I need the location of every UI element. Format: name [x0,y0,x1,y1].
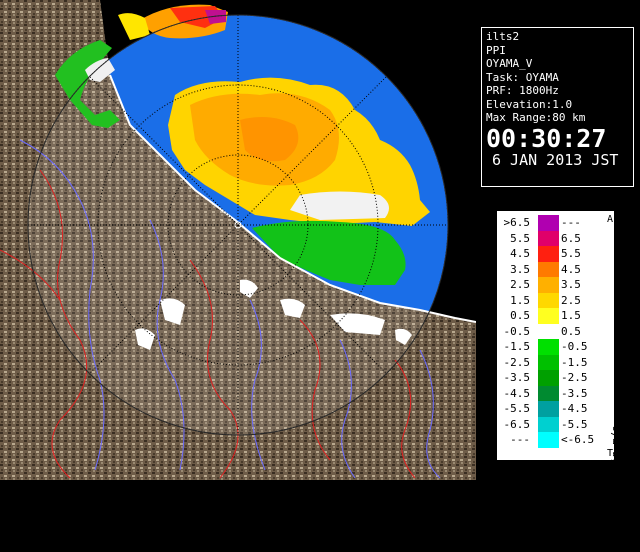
legend-row: -6.5 -5.5 [498,416,615,432]
legend-color-swatch [538,370,559,386]
scan-info-box: ilts2 PPI OYAMA_V Task: OYAMA PRF: 1800H… [481,27,634,187]
legend-upper-bound: 5.5 [561,247,581,260]
legend-color-swatch [538,277,559,293]
legend-upper-bound: 6.5 [561,231,581,245]
legend-row: 3.5 4.5 [498,261,615,277]
legend-row: -0.5 0.5 [498,323,615,339]
legend-color-swatch [538,354,559,370]
legend-lower-bound: 5.5 [510,231,530,245]
legend-upper-bound: -5.5 [561,417,588,431]
legend-row: --- <-6.5 [498,432,615,448]
legend-row: >6.5 --- [498,215,615,231]
legend-row: 1.5 2.5 [498,292,615,308]
radar-ppi-map[interactable] [0,0,476,480]
legend-row: -5.5 -4.5 [498,401,615,417]
legend-color-swatch [538,416,559,432]
legend-upper-bound: -3.5 [561,386,588,400]
legend-color-swatch [538,432,559,448]
legend-row: -3.5 -2.5 [498,370,615,386]
legend-row: -4.5 -3.5 [498,385,615,401]
legend-lower-bound: 4.5 [510,247,530,260]
legend-color-swatch [538,401,559,417]
legend-color-swatch [538,230,559,246]
info-prf: PRF: 1800Hz [486,84,559,97]
legend-color-swatch [538,246,559,262]
legend-lower-bound: -5.5 [503,402,531,415]
scan-date: 6 JAN 2013 JST [492,150,619,169]
info-scan-type: PPI [486,43,506,57]
legend-upper-bound: 2.5 [561,293,581,307]
legend-upper-bound: 1.5 [561,309,581,322]
legend-corner-top: A [607,214,614,225]
legend-lower-bound: -2.5 [503,355,531,369]
legend-upper-bound: --- [561,216,581,229]
velocity-legend: >6.5 --- 5.5 6.5 4.5 5.5 3.5 4.5 2.5 3.5 1.5 2.5 0.5… [497,211,622,552]
legend-upper-bound: <-6.5 [561,433,595,446]
sidebar-panel: ilts2 PPI OYAMA_V Task: OYAMA PRF: 1800H… [476,0,640,552]
legend-row: 5.5 6.5 [498,230,615,246]
legend-lower-bound: 2.5 [510,278,530,291]
legend-lower-bound: -6.5 [503,417,531,431]
legend-row: 0.5 1.5 [498,308,615,324]
legend-color-swatch [538,292,559,308]
legend-title: Mean Velocity in m/s [610,425,622,552]
legend-upper-bound: -1.5 [561,355,588,369]
legend-color-swatch [538,215,559,231]
info-max-range: Max Range:80 km [486,111,586,124]
legend-color-swatch [538,308,559,324]
legend-upper-bound: 3.5 [561,278,581,291]
legend-lower-bound: --- [510,433,530,446]
scan-time: 00:30:27 [486,123,607,153]
legend-color-swatch [538,339,559,355]
legend-upper-bound: 4.5 [561,262,581,276]
legend-upper-bound: 0.5 [561,324,581,338]
info-task: Task: OYAMA [486,70,559,84]
legend-lower-bound: -0.5 [503,324,531,338]
legend-upper-bound: -0.5 [561,340,588,353]
legend-upper-bound: -2.5 [561,371,588,384]
legend-lower-bound: 3.5 [510,262,530,276]
legend-corner-bottom: T [607,448,614,459]
legend-color-swatch [538,385,559,401]
legend-color-swatch [538,261,559,277]
legend-lower-bound: 1.5 [510,293,530,307]
legend-lower-bound: -3.5 [503,371,531,384]
legend-color-swatch [538,323,559,339]
info-elevation: Elevation:1.0 [486,97,573,111]
legend-row: -1.5 -0.5 [498,339,615,355]
info-radar-name: ilts2 [486,30,520,43]
legend-lower-bound: 0.5 [510,309,530,322]
info-product: OYAMA_V [486,57,533,70]
legend-lower-bound: -4.5 [503,386,531,400]
legend-row: -2.5 -1.5 [498,354,615,370]
legend-lower-bound: -1.5 [503,340,531,353]
legend-row: 2.5 3.5 [498,277,615,293]
legend-upper-bound: -4.5 [561,402,588,415]
legend-lower-bound: >6.5 [503,216,531,229]
legend-row: 4.5 5.5 [498,246,615,262]
